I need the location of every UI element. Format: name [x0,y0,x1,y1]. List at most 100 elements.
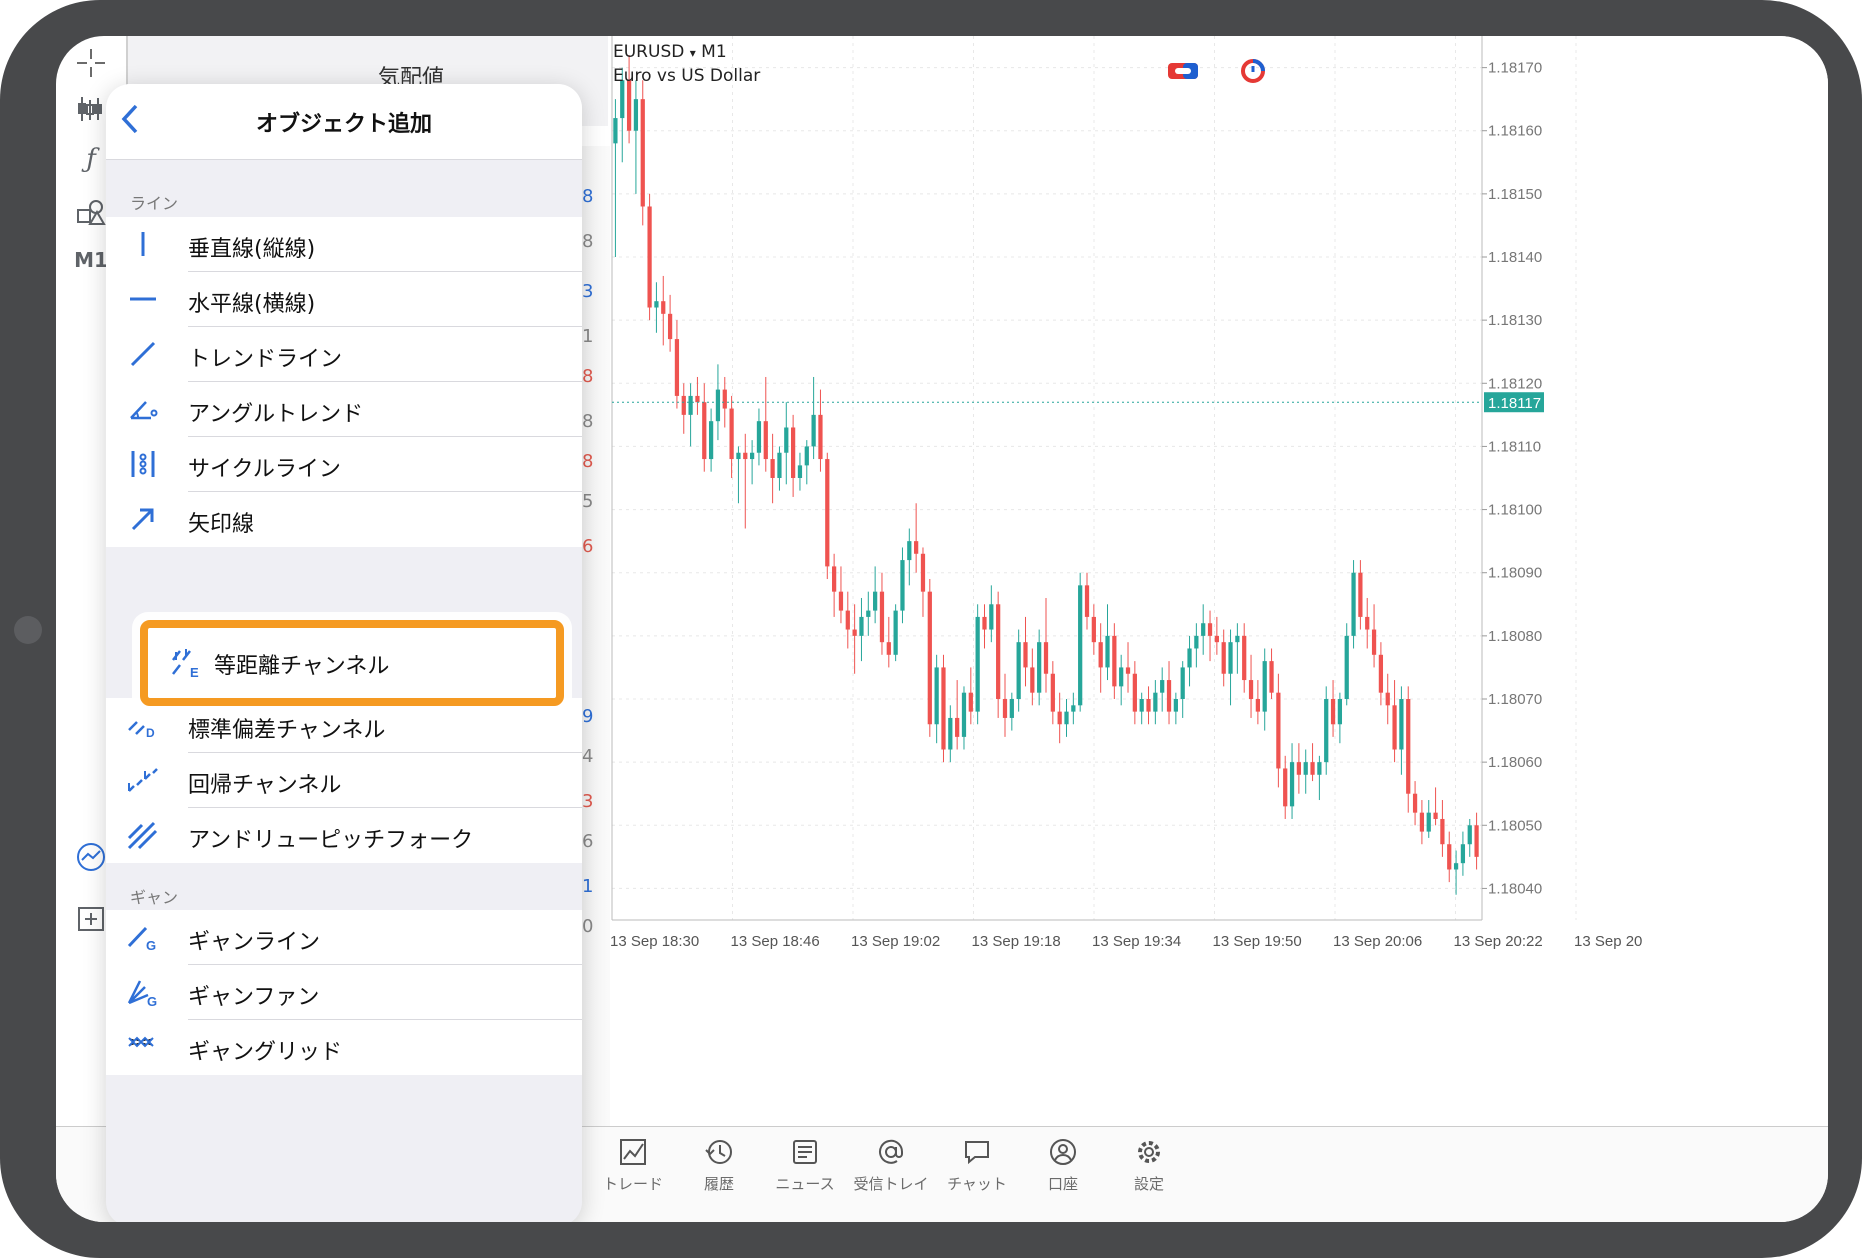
tab-chat[interactable]: チャット [927,1137,1027,1194]
candle-body [1330,699,1336,725]
candle-body [1112,635,1117,687]
candle-body [996,604,1001,699]
candle-body [1344,635,1349,699]
tab-history-label: 履歴 [703,1175,734,1193]
candle-body [647,206,652,308]
item-gann-grid[interactable]: ギャングリッド [106,1020,582,1075]
candle-body [948,717,953,750]
candle-body [818,414,823,460]
item-label: 標準偏差チャンネル [188,718,386,743]
candle-body [1406,699,1411,794]
item-gann-fan[interactable]: G ギャンファン [106,965,582,1020]
price-tick-label: 1.18160 [1488,123,1542,140]
candle-body [1146,699,1151,712]
chart-symbol[interactable]: EURUSD ▾ M1 [613,42,727,62]
candle-body [845,610,850,630]
tab-trade[interactable]: トレード [583,1137,683,1194]
candle-body [1125,667,1131,674]
candle-body [1037,642,1042,693]
candle-body [1016,642,1021,699]
item-regression-channel[interactable]: 回帰チャンネル [106,753,582,808]
candle-body [879,591,885,643]
candle-body [1050,673,1055,712]
mw-digit: 0 [582,916,594,937]
item-gann-line[interactable]: G ギャンライン [106,910,582,965]
price-tick-label: 1.18060 [1488,754,1542,771]
candle-body [1365,616,1370,630]
candle-body [1098,642,1103,668]
item-vertical-line[interactable]: 垂直線(縦線) [106,217,582,272]
tab-inbox[interactable]: 受信トレイ [841,1137,941,1194]
item-label: 等距離チャンネル [214,654,390,679]
tab-history[interactable]: 履歴 [669,1137,769,1194]
candle-body [1153,692,1158,712]
item-label: サイクルライン [188,457,341,482]
candle-body [1214,635,1219,643]
price-tick-label: 1.18170 [1488,60,1542,77]
candle-body [777,452,782,478]
candle-body [695,395,700,403]
item-pitchfork[interactable]: アンドリューピッチフォーク [106,808,582,863]
candle-body [702,402,707,460]
device-frame: ƒ M1 気配値 1.18117 1.18170 1.18160 1.18150 1.1… [0,0,1862,1258]
candle-body [934,667,939,725]
candle-body [743,452,748,460]
tab-account[interactable]: 口座 [1013,1137,1113,1194]
candle-body [784,427,789,453]
item-horizontal-line[interactable]: 水平線(横線) [106,272,582,327]
candle-body [681,395,686,415]
mw-digit: 1 [582,326,594,347]
signal-icon[interactable] [1236,58,1270,84]
item-angle-trend[interactable]: アングルトレンド [106,382,582,437]
candle-body [1228,642,1233,674]
stddev-channel-icon: D [126,710,160,740]
time-tick-label: 13 Sep 20:06 [1333,933,1422,950]
candle-body [1440,818,1445,845]
settings-icon [1099,1137,1199,1173]
candle-body [900,560,905,611]
item-trendline[interactable]: トレンドライン [106,327,582,382]
item-label: 矢印線 [188,512,255,537]
candle-body [1043,642,1049,674]
section-gann-label: ギャン [130,888,179,907]
candle-body [1166,680,1172,712]
section-lines-label: ライン [130,194,179,213]
price-tick-label: 1.18050 [1488,817,1542,834]
item-equidistant-channel[interactable]: E 等距離チャンネル [140,620,564,706]
panel-header: オブジェクト追加 [106,84,582,160]
candle-body [1385,692,1390,706]
candle-body [804,446,809,466]
price-tick-label: 1.18140 [1488,249,1542,266]
tab-settings[interactable]: 設定 [1099,1137,1199,1194]
time-tick-label: 13 Sep 19:34 [1092,933,1181,950]
candle-body [1447,844,1452,870]
item-label: ギャンライン [188,930,321,955]
account-icon [1013,1137,1113,1173]
horizontal-line-icon [126,284,160,314]
candle-body [1242,635,1247,681]
candle-body [1467,825,1472,845]
candle-body [1378,654,1384,693]
item-cycle-lines[interactable]: サイクルライン [106,437,582,492]
svg-text:D: D [146,726,155,740]
candle-body [1119,667,1124,687]
candle-body [1105,635,1110,668]
candle-body [749,452,755,460]
tab-news[interactable]: ニュース [755,1137,855,1194]
cycle-lines-icon [126,449,160,479]
candle-body [633,99,639,131]
candle-body [1221,642,1226,674]
pitchfork-icon [126,820,160,850]
mw-digit: 6 [582,831,594,852]
candle-body [1474,825,1479,857]
candle-body [893,610,898,655]
trendline-icon [126,339,160,369]
candle-body [1084,585,1090,617]
candle-body [982,616,987,630]
one-click-trading-icon[interactable] [1166,58,1200,84]
mw-digit: 1 [582,876,594,897]
candle-body [1023,642,1028,668]
vertical-line-icon [126,229,160,259]
candle-body [1399,699,1404,750]
item-arrow-line[interactable]: 矢印線 [106,492,582,547]
